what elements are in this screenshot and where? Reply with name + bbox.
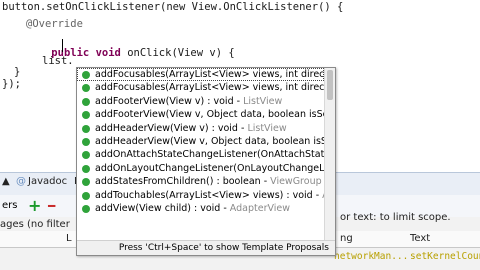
proposal-label: addTouchables(ArrayList<View> views) : v… xyxy=(95,189,323,201)
col-header-tag[interactable]: ng xyxy=(340,233,353,244)
javadoc-icon: @ xyxy=(16,176,26,187)
log-row-tag: networkMan... xyxy=(334,251,409,262)
proposal-item[interactable]: addStatesFromChildren() : boolean - View… xyxy=(77,175,324,188)
proposal-label: addFocusables(ArrayList<View> views, int… xyxy=(95,82,324,94)
mouse-text-cursor xyxy=(62,39,63,52)
code-line-override: @Override xyxy=(26,18,83,30)
scrollbar-thumb[interactable] xyxy=(327,70,333,100)
code-line-1: button.setOnClickListener(new View.OnCli… xyxy=(2,1,344,13)
proposal-status-bar: Press 'Ctrl+Space' to show Template Prop… xyxy=(77,240,335,255)
proposal-item[interactable]: addHeaderView(View v, Object data, boole… xyxy=(77,135,324,148)
proposal-label: addHeaderView(View v) : void - xyxy=(95,122,248,134)
proposal-label: addFocusables(ArrayList<View> views, int… xyxy=(95,69,324,80)
public-method-icon xyxy=(82,97,90,106)
proposal-item[interactable]: addHeaderView(View v) : void - ListView xyxy=(77,122,324,135)
proposal-item[interactable]: addTouchables(ArrayList<View> views) : v… xyxy=(77,189,324,202)
public-method-icon xyxy=(82,111,90,120)
public-method-icon xyxy=(82,124,90,133)
proposal-item[interactable]: addFocusables(ArrayList<View> views, int… xyxy=(77,81,324,94)
public-method-icon xyxy=(82,84,90,93)
proposal-item[interactable]: addFooterView(View v) : void - ListView xyxy=(77,95,324,108)
proposal-type: AdapterView xyxy=(229,202,291,214)
filter-list-item[interactable]: ages (no filter xyxy=(0,219,70,230)
tab-javadoc[interactable]: Javadoc xyxy=(28,176,67,187)
public-method-icon xyxy=(82,151,90,160)
tab-console[interactable]: ▲ xyxy=(2,176,10,187)
log-row-text: setKernelCoun xyxy=(410,251,480,262)
col-header-text[interactable]: Text xyxy=(410,233,430,244)
public-method-icon xyxy=(82,71,90,79)
col-header-level[interactable]: L xyxy=(66,233,72,244)
proposal-item[interactable]: addOnAttachStateChangeListener(OnAttachS… xyxy=(77,148,324,161)
proposal-label: addStatesFromChildren() : boolean - xyxy=(95,176,271,188)
public-method-icon xyxy=(82,191,90,200)
proposal-type: ListView xyxy=(243,95,283,107)
public-method-icon xyxy=(82,137,90,146)
add-filter-icon[interactable]: + xyxy=(28,196,41,215)
content-assist-popup: addFocusables(ArrayList<View> views, int… xyxy=(76,67,336,256)
keyword-void: void xyxy=(95,47,121,59)
proposal-item[interactable]: addView(View child) : void - AdapterView xyxy=(77,202,324,215)
proposal-item[interactable]: addFocusables(ArrayList<View> views, int… xyxy=(77,68,324,82)
proposal-list[interactable]: addFocusables(ArrayList<View> views, int… xyxy=(77,68,324,240)
search-hint: or text: to limit scope. xyxy=(340,212,451,223)
public-method-icon xyxy=(82,204,90,213)
proposal-label: addFooterView(View v) : void - xyxy=(95,95,244,107)
proposal-item[interactable]: addFooterView(View v, Object data, boole… xyxy=(77,108,324,121)
proposal-type: ListView xyxy=(247,122,287,134)
proposal-label: addOnLayoutChangeListener(OnLayoutChange… xyxy=(95,162,324,174)
proposal-type: ViewGroup xyxy=(270,176,322,188)
public-method-icon xyxy=(82,164,90,173)
proposal-label: addOnAttachStateChangeListener(OnAttachS… xyxy=(95,149,324,161)
remove-filter-icon[interactable]: ━ xyxy=(48,199,55,213)
proposal-label: addFooterView(View v, Object data, boole… xyxy=(95,109,324,121)
public-method-icon xyxy=(82,178,90,187)
proposal-label: addView(View child) : void - xyxy=(95,202,230,214)
proposal-label: addHeaderView(View v, Object data, boole… xyxy=(95,135,324,147)
code-line-list: list. xyxy=(42,55,74,67)
proposal-item[interactable]: addOnLayoutChangeListener(OnLayoutChange… xyxy=(77,162,324,175)
onclick-signature: onClick(View v) { xyxy=(127,47,235,59)
template-proposals-hint: Press 'Ctrl+Space' to show Template Prop… xyxy=(118,243,329,253)
proposal-scrollbar[interactable] xyxy=(324,68,335,240)
left-pane-label: ers xyxy=(2,200,18,211)
code-line-close-paren: }); xyxy=(2,78,21,90)
